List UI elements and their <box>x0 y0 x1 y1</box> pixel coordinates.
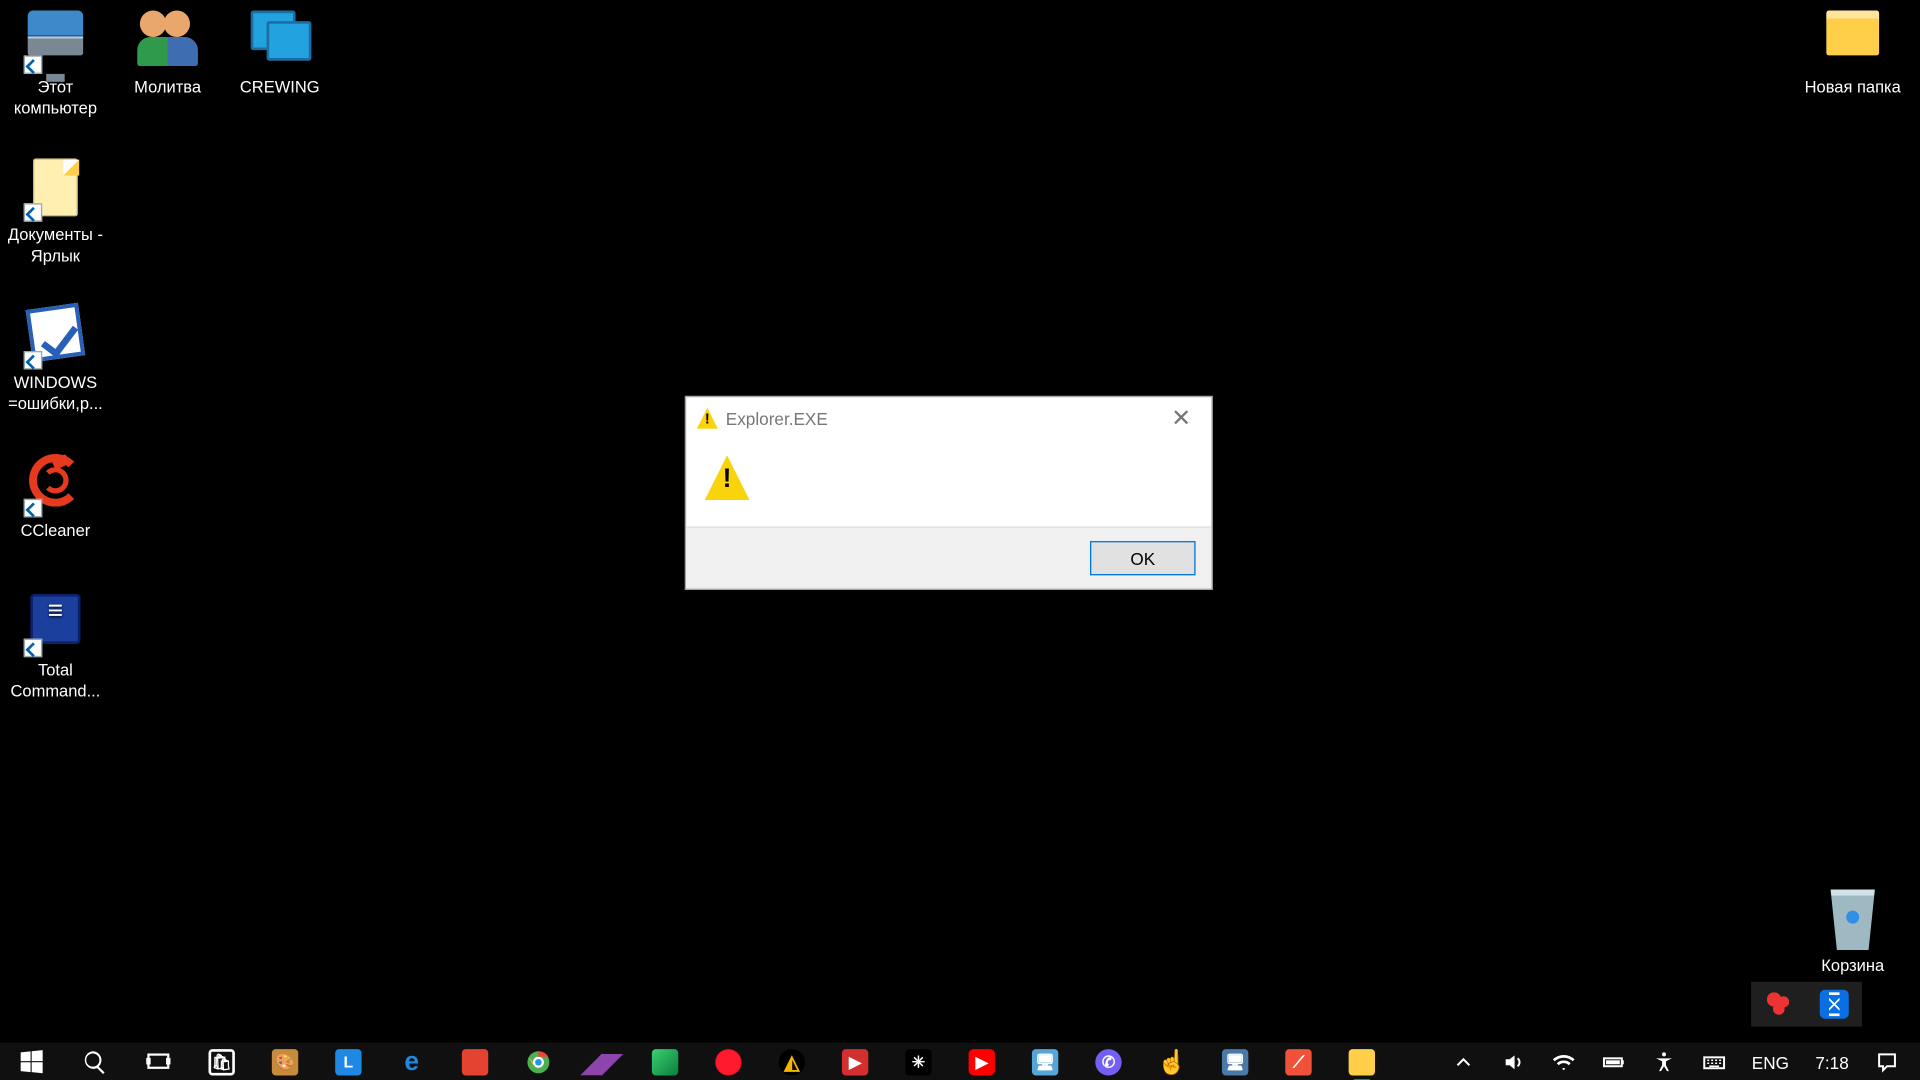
chevron-up-icon <box>1451 1050 1475 1074</box>
battery-icon <box>1601 1050 1625 1074</box>
bluetooth-icon[interactable] <box>1820 990 1849 1019</box>
desktop-icon-label: CCleaner <box>0 520 111 541</box>
wifi-icon <box>1551 1050 1575 1074</box>
action-center-button[interactable] <box>1862 1050 1912 1074</box>
shortcut-overlay-icon <box>24 499 42 517</box>
clock-label: 7:18 <box>1815 1052 1848 1072</box>
taskbar-app-fences[interactable]: ✳ <box>887 1042 950 1080</box>
tray-overflow-button[interactable] <box>1438 1050 1488 1074</box>
taskbar-app-pointer[interactable]: ☝ <box>1140 1042 1203 1080</box>
start-button[interactable] <box>0 1042 63 1080</box>
visual-studio-icon: ◢◤ <box>589 1049 615 1075</box>
desktop-icon-ccleaner[interactable]: CCleaner <box>0 454 111 541</box>
remote-icon: 🖥 <box>1032 1049 1058 1075</box>
taskbar-app-monitor[interactable]: 🖥 <box>1203 1042 1266 1080</box>
taskbar-app-viber[interactable]: ✆ <box>1077 1042 1140 1080</box>
taskbar-app-pinned-file[interactable] <box>633 1042 696 1080</box>
system-tray: ENG 7:18 <box>1438 1042 1920 1080</box>
close-button[interactable]: ✕ <box>1151 397 1212 439</box>
taskbar-app-paint[interactable]: 🎨 <box>253 1042 316 1080</box>
file-icon <box>652 1049 678 1075</box>
search-icon <box>82 1049 108 1075</box>
taskbar-app-file-explorer[interactable] <box>1330 1042 1393 1080</box>
play-icon: ▶ <box>842 1049 868 1075</box>
task-view-icon <box>145 1049 171 1075</box>
taskbar-app-opera[interactable] <box>697 1042 760 1080</box>
tray-language[interactable]: ENG <box>1739 1052 1803 1072</box>
desktop-icon-label: Корзина <box>1797 955 1908 976</box>
ok-button[interactable]: OK <box>1090 541 1196 575</box>
desktop-icon-documents[interactable]: Документы - Ярлык <box>0 158 111 266</box>
shortcut-overlay-icon <box>24 351 42 369</box>
windows-logo-icon <box>18 1049 44 1075</box>
tray-overflow-popout <box>1751 982 1862 1027</box>
speaker-icon <box>1501 1050 1525 1074</box>
taskbar: 🛍 🎨 L e ◢◤ ◭ ▶ ✳ ▶ 🖥 ✆ ☝ 🖥 ⟋ <box>0 1042 1920 1080</box>
shortcut-overlay-icon <box>24 203 42 221</box>
keyboard-icon <box>1702 1050 1726 1074</box>
tray-clock[interactable]: 7:18 <box>1802 1052 1862 1072</box>
search-button[interactable] <box>63 1042 126 1080</box>
taskbar-app-todoist[interactable] <box>443 1042 506 1080</box>
desktop-icon-label: Новая папка <box>1797 77 1908 98</box>
taskbar-app-vs[interactable]: ◢◤ <box>570 1042 633 1080</box>
taskbar-app-edge[interactable]: e <box>380 1042 443 1080</box>
desktop-icon-total-commander[interactable]: Total Command... <box>0 594 111 702</box>
tray-wifi[interactable] <box>1538 1050 1588 1074</box>
taskbar-app-youtube[interactable]: ▶ <box>950 1042 1013 1080</box>
desktop-icon-label: WINDOWS =ошибки,р... <box>0 372 111 414</box>
shortcut-overlay-icon <box>24 639 42 657</box>
taskbar-left: 🛍 🎨 L e ◢◤ ◭ ▶ ✳ ▶ 🖥 ✆ ☝ 🖥 ⟋ <box>0 1042 1393 1080</box>
viber-icon: ✆ <box>1095 1049 1121 1075</box>
taskbar-app-chrome[interactable] <box>507 1042 570 1080</box>
desktop-icon-label: CREWING <box>224 77 335 98</box>
desktop-icon-windows-errors[interactable]: WINDOWS =ошибки,р... <box>0 306 111 414</box>
hand-pointer-icon: ☝ <box>1159 1049 1185 1075</box>
language-label: ENG <box>1752 1052 1789 1072</box>
store-icon: 🛍 <box>208 1049 234 1075</box>
folder-icon <box>1349 1049 1375 1075</box>
tray-ease-of-access[interactable] <box>1638 1050 1688 1074</box>
fences-icon: ✳ <box>905 1049 931 1075</box>
tray-volume[interactable] <box>1488 1050 1538 1074</box>
warning-icon <box>705 455 750 500</box>
dialog-titlebar[interactable]: Explorer.EXE ✕ <box>686 397 1211 439</box>
tray-input-method[interactable] <box>1688 1050 1738 1074</box>
opera-icon <box>715 1049 741 1075</box>
paint-icon: 🎨 <box>272 1049 298 1075</box>
swift-icon: ⟋ <box>1285 1049 1311 1075</box>
shortcut-overlay-icon <box>24 55 42 73</box>
task-view-button[interactable] <box>127 1042 190 1080</box>
desktop-icon-this-pc[interactable]: Этот компьютер <box>0 11 111 119</box>
edge-icon: e <box>399 1049 425 1075</box>
dialog-explorer-error: Explorer.EXE ✕ OK <box>685 396 1213 590</box>
desktop-icon-label: Молитва <box>112 77 223 98</box>
accessibility-icon <box>1652 1050 1676 1074</box>
desktop-icon-prayer[interactable]: Молитва <box>112 11 223 98</box>
chrome-icon <box>525 1049 551 1075</box>
desktop-icon-recycle-bin[interactable]: Корзина <box>1797 889 1908 976</box>
monitor-icon: 🖥 <box>1222 1049 1248 1075</box>
aimp-icon: ◭ <box>779 1049 805 1075</box>
taskbar-app-aimp[interactable]: ◭ <box>760 1042 823 1080</box>
notifications-icon <box>1875 1050 1899 1074</box>
desktop-icon-label: Этот компьютер <box>0 77 111 119</box>
desktop-icon-label: Документы - Ярлык <box>0 224 111 266</box>
tray-battery[interactable] <box>1588 1050 1638 1074</box>
taskbar-app-swift[interactable]: ⟋ <box>1267 1042 1330 1080</box>
desktop-icon-label: Total Command... <box>0 660 111 702</box>
taskbar-app-player[interactable]: ▶ <box>823 1042 886 1080</box>
taskbar-app-store[interactable]: 🛍 <box>190 1042 253 1080</box>
dialog-title: Explorer.EXE <box>726 408 828 428</box>
todoist-icon <box>462 1049 488 1075</box>
warning-icon <box>697 408 718 429</box>
desktop-icon-crewing[interactable]: CREWING <box>224 11 335 98</box>
taskbar-app-remote[interactable]: 🖥 <box>1013 1042 1076 1080</box>
l-app-icon: L <box>335 1049 361 1075</box>
tray-overflow-app-icon[interactable] <box>1764 990 1793 1019</box>
taskbar-app-l[interactable]: L <box>317 1042 380 1080</box>
desktop-icon-new-folder[interactable]: Новая папка <box>1797 11 1908 98</box>
youtube-icon: ▶ <box>969 1049 995 1075</box>
